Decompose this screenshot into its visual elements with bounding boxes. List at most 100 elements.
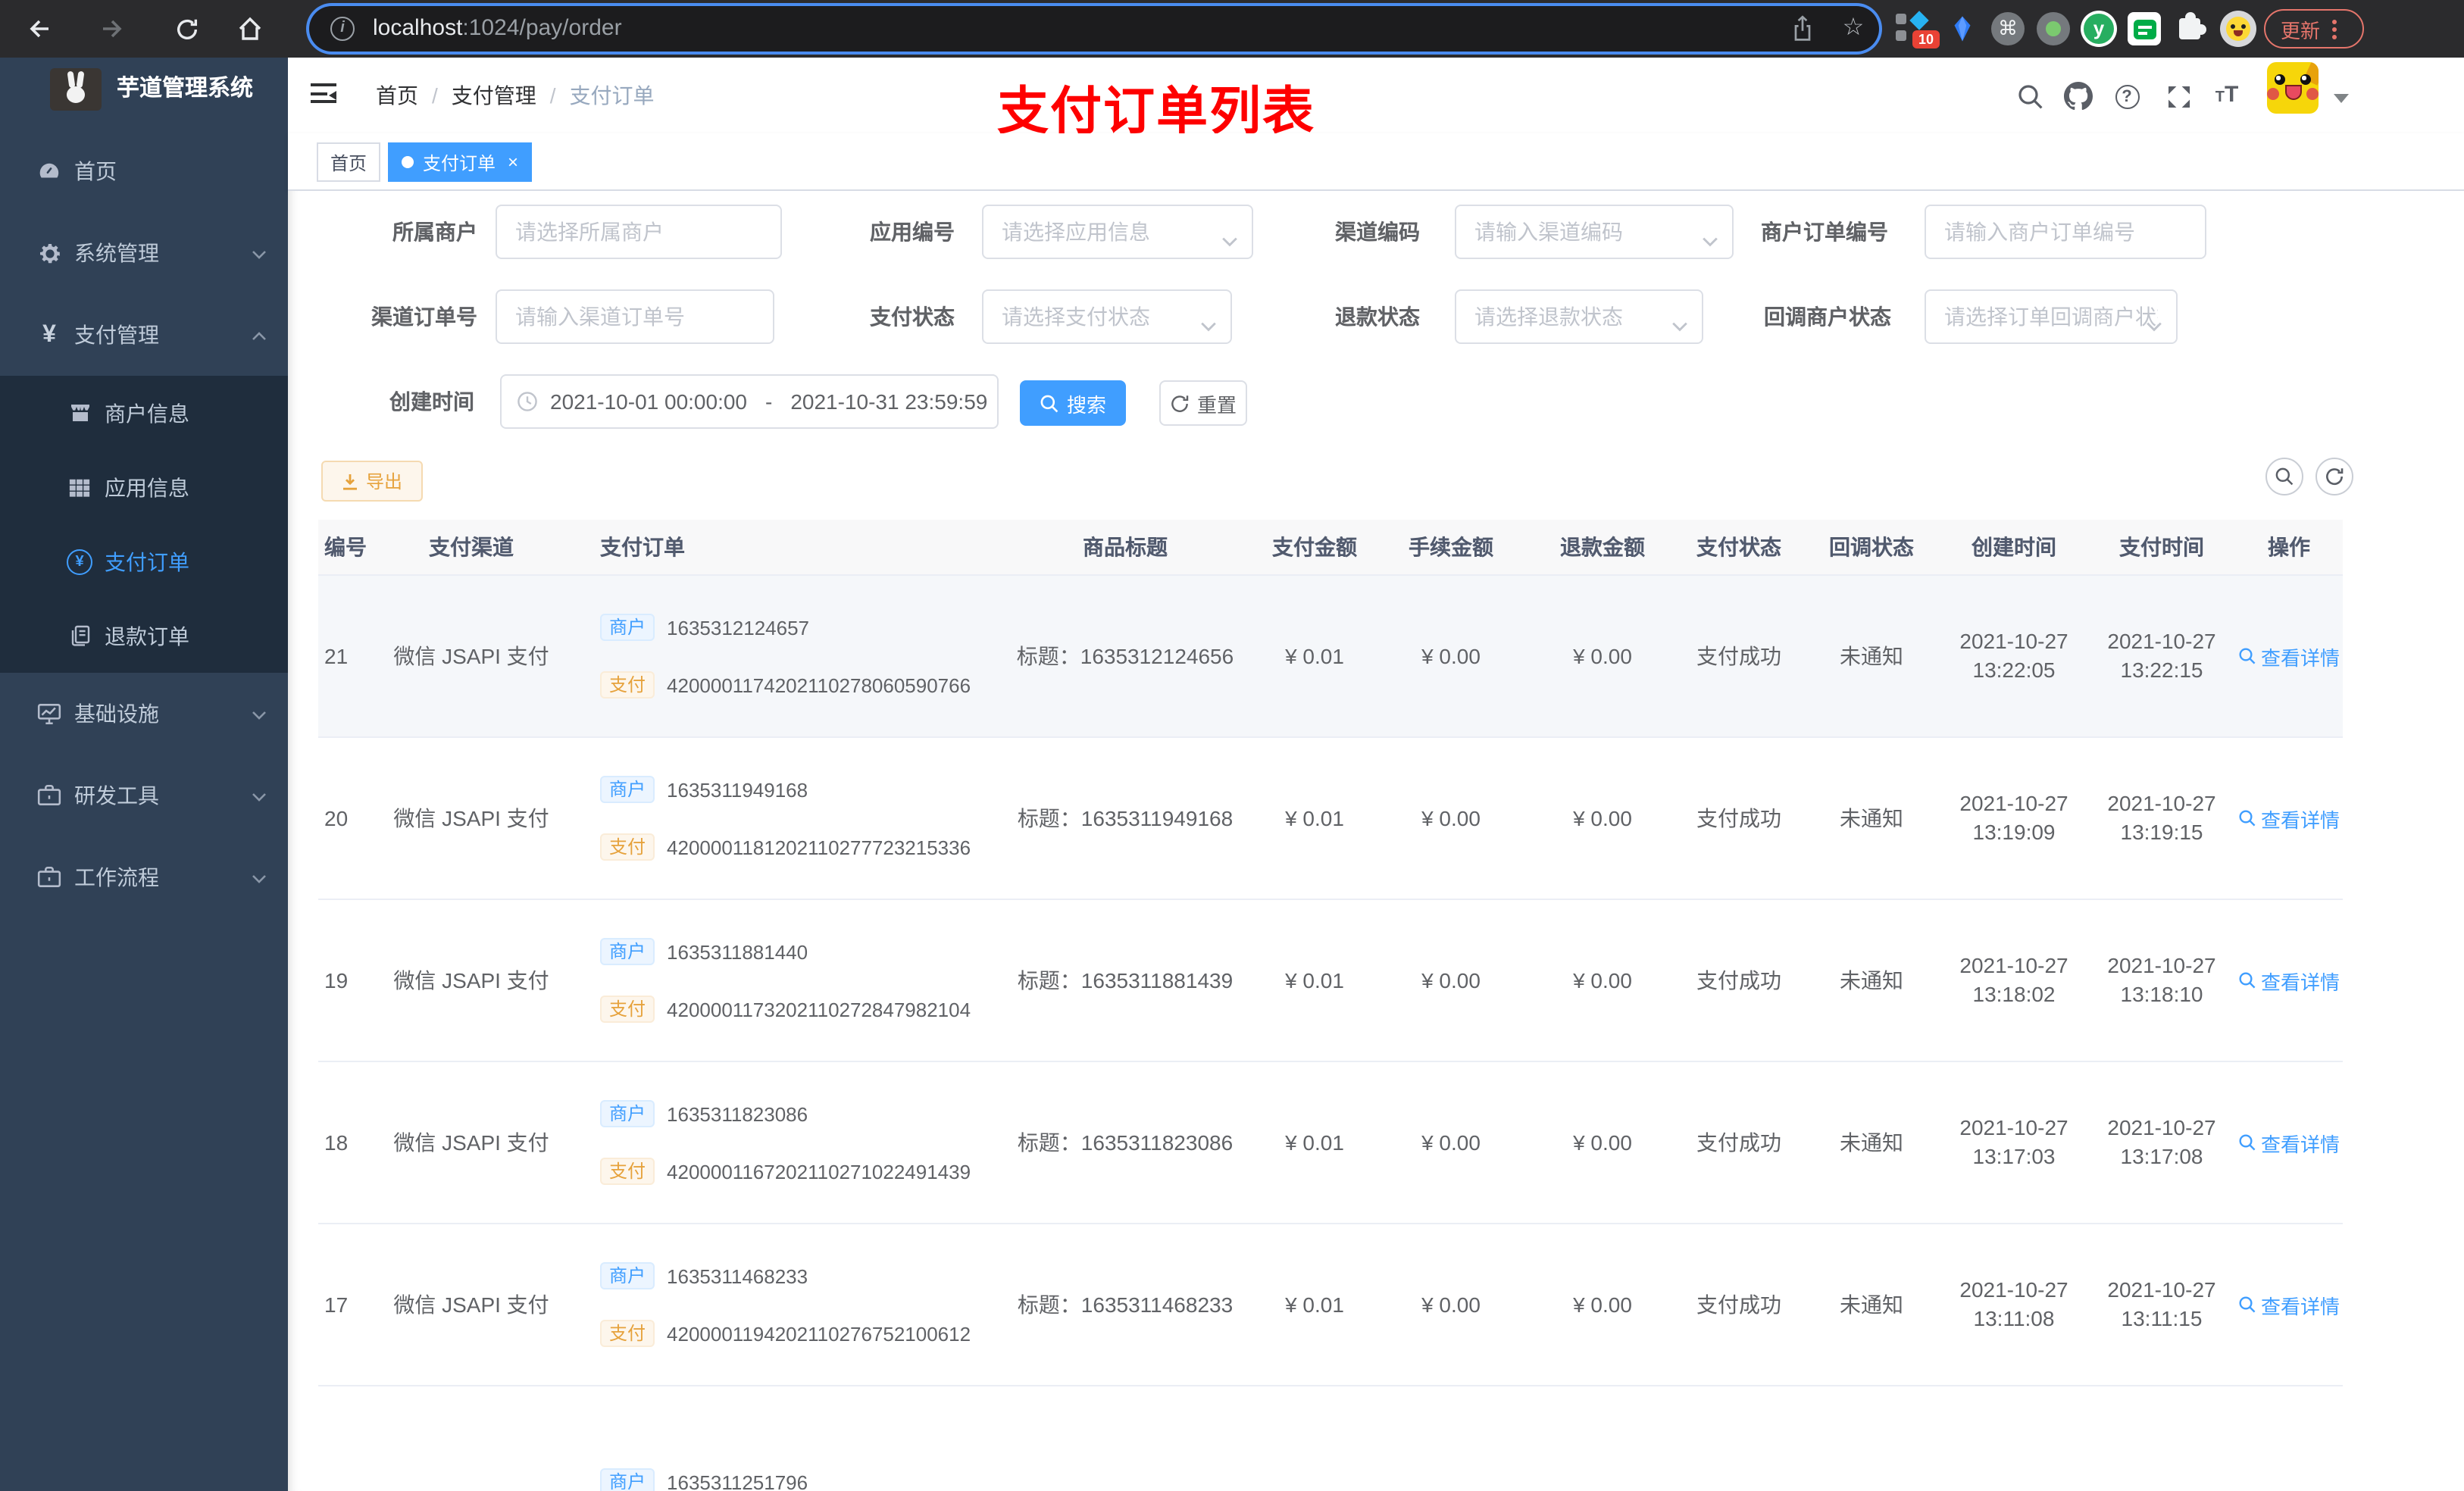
search-button[interactable]: 搜索 (1020, 380, 1126, 426)
collapse-sidebar-icon[interactable] (311, 83, 336, 106)
extension-gem-icon[interactable] (1944, 11, 1981, 47)
table-row[interactable]: 21 微信 JSAPI 支付 商户 1635312124657 支付 4200001… (318, 576, 2343, 738)
back-icon[interactable] (26, 15, 53, 42)
url-path: :1024/pay/order (462, 15, 622, 41)
breadcrumb-current: 支付订单 (569, 83, 655, 108)
filter-label-refund-status: 退款状态 (1335, 305, 1420, 329)
fullscreen-icon[interactable] (2164, 82, 2193, 111)
avatar-caret-icon[interactable] (2334, 94, 2349, 103)
table-row[interactable]: 19 微信 JSAPI 支付 商户 1635311881440 支付 4200001… (318, 900, 2343, 1062)
channel-code-select[interactable] (1455, 205, 1734, 259)
download-icon (343, 474, 358, 489)
extension-chat-icon[interactable] (2126, 11, 2162, 47)
table-row[interactable]: 商户 1635311251796 (318, 1386, 2343, 1491)
channel-order-no-input[interactable] (496, 289, 774, 344)
extensions-puzzle-icon[interactable] (2172, 11, 2208, 47)
forward-icon[interactable] (98, 15, 126, 42)
callback-status-input[interactable] (1925, 289, 2178, 344)
refresh-table-button[interactable] (2315, 458, 2353, 495)
sidebar-item-home[interactable]: 首页 (0, 130, 288, 212)
toggle-search-button[interactable] (2265, 458, 2303, 495)
pay-status-input[interactable] (982, 289, 1232, 344)
url-text: localhost:1024/pay/order (373, 6, 622, 52)
refund-status-select[interactable] (1455, 289, 1703, 344)
filter-label-channel-order-no: 渠道订单号 (371, 305, 477, 329)
export-button[interactable]: 导出 (321, 461, 423, 502)
user-avatar[interactable] (2267, 62, 2319, 114)
help-icon[interactable]: ? (2112, 82, 2141, 111)
filter-label-create-time: 创建时间 (389, 389, 474, 414)
sidebar-item-workflow[interactable]: 工作流程 (0, 836, 288, 918)
url-host: localhost (373, 15, 463, 41)
merchant-order-no-input[interactable] (1925, 205, 2206, 259)
site-info-icon[interactable]: i (330, 17, 355, 41)
sidebar-item-refund-order[interactable]: 退款订单 (0, 599, 288, 673)
search-icon (2239, 1134, 2256, 1151)
browser-toolbar: i localhost:1024/pay/order ☆ 10 ⌘ y 更新 (0, 0, 2464, 58)
refresh-icon (2326, 468, 2344, 486)
view-detail-link[interactable]: 查看详情 (2238, 642, 2340, 670)
sidebar-item-app-info[interactable]: 应用信息 (0, 450, 288, 524)
app-select[interactable] (982, 205, 1253, 259)
extension-y-icon[interactable]: y (2081, 11, 2117, 47)
sidebar-item-payment[interactable]: ¥ 支付管理 (0, 294, 288, 376)
channel-code-input[interactable] (1455, 205, 1734, 259)
breadcrumb: 首页 / 支付管理 / 支付订单 (376, 58, 655, 133)
address-bar[interactable]: i localhost:1024/pay/order ☆ (309, 6, 1879, 52)
view-detail-link[interactable]: 查看详情 (2238, 804, 2340, 833)
github-icon[interactable] (2064, 82, 2093, 111)
browser-update-button[interactable]: 更新 (2264, 9, 2364, 48)
sidebar-item-dev-tools[interactable]: 研发工具 (0, 755, 288, 836)
grid-icon (67, 474, 92, 500)
tags-view-bar: 首页 支付订单 × (288, 133, 2464, 191)
channel-order-no-field[interactable] (496, 289, 774, 344)
table-row[interactable]: 17 微信 JSAPI 支付 商户 1635311468233 支付 4200001… (318, 1224, 2343, 1386)
bookmark-star-icon[interactable]: ☆ (1840, 15, 1867, 42)
reload-icon[interactable] (173, 15, 200, 42)
breadcrumb-payment[interactable]: 支付管理 (452, 80, 536, 111)
sidebar-item-merchant-info[interactable]: 商户信息 (0, 376, 288, 450)
merchant-select[interactable] (496, 205, 782, 259)
table-row[interactable]: 18 微信 JSAPI 支付 商户 1635311823086 支付 4200001… (318, 1062, 2343, 1224)
clock-icon (517, 391, 538, 412)
merchant-order-no-field[interactable] (1925, 205, 2206, 259)
font-size-icon[interactable]: TT (2212, 82, 2241, 111)
app-logo[interactable]: 芋道管理系统 (0, 67, 288, 112)
view-detail-link[interactable]: 查看详情 (2238, 1290, 2340, 1319)
gear-icon (36, 240, 62, 266)
view-detail-link[interactable]: 查看详情 (2238, 1128, 2340, 1157)
date-start[interactable]: 2021-10-01 00:00:00 (550, 389, 747, 414)
merchant-tag: 商户 (600, 614, 655, 641)
date-end[interactable]: 2021-10-31 23:59:59 (790, 389, 987, 414)
search-icon (2275, 467, 2294, 486)
filter-label-merchant-order-no: 商户订单编号 (1761, 220, 1888, 244)
pay-status-select[interactable] (982, 289, 1232, 344)
app-input[interactable] (982, 205, 1253, 259)
search-icon[interactable] (2015, 82, 2044, 111)
home-icon[interactable] (236, 15, 264, 42)
merchant-input[interactable] (496, 205, 782, 259)
tab-home[interactable]: 首页 (317, 142, 381, 182)
date-range-picker[interactable]: 2021-10-01 00:00:00 - 2021-10-31 23:59:5… (500, 374, 999, 429)
view-detail-link[interactable]: 查看详情 (2238, 966, 2340, 995)
share-icon[interactable] (1788, 15, 1815, 42)
sidebar-item-infra[interactable]: 基础设施 (0, 673, 288, 755)
tab-pay-order[interactable]: 支付订单 × (388, 142, 533, 182)
payment-submenu: 商户信息 应用信息 ¥ 支付订单 退款订单 (0, 376, 288, 673)
shop-icon (67, 400, 92, 426)
reset-button[interactable]: 重置 (1159, 380, 1247, 426)
pay-tag: 支付 (600, 1320, 655, 1347)
extension-record-icon[interactable] (2035, 11, 2072, 47)
table-row[interactable]: 20 微信 JSAPI 支付 商户 1635311949168 支付 4200001… (318, 738, 2343, 900)
sidebar-item-system[interactable]: 系统管理 (0, 212, 288, 294)
app-title: 芋道管理系统 (117, 76, 254, 102)
browser-profile-avatar[interactable] (2220, 11, 2256, 47)
close-icon[interactable]: × (508, 153, 518, 171)
sidebar-item-pay-order[interactable]: ¥ 支付订单 (0, 524, 288, 599)
browser-menu-icon[interactable] (2332, 19, 2337, 39)
refund-status-input[interactable] (1455, 289, 1703, 344)
breadcrumb-home[interactable]: 首页 (376, 80, 418, 111)
callback-status-select[interactable] (1925, 289, 2178, 344)
extension-command-icon[interactable]: ⌘ (1990, 11, 2026, 47)
briefcase-icon (36, 864, 62, 890)
